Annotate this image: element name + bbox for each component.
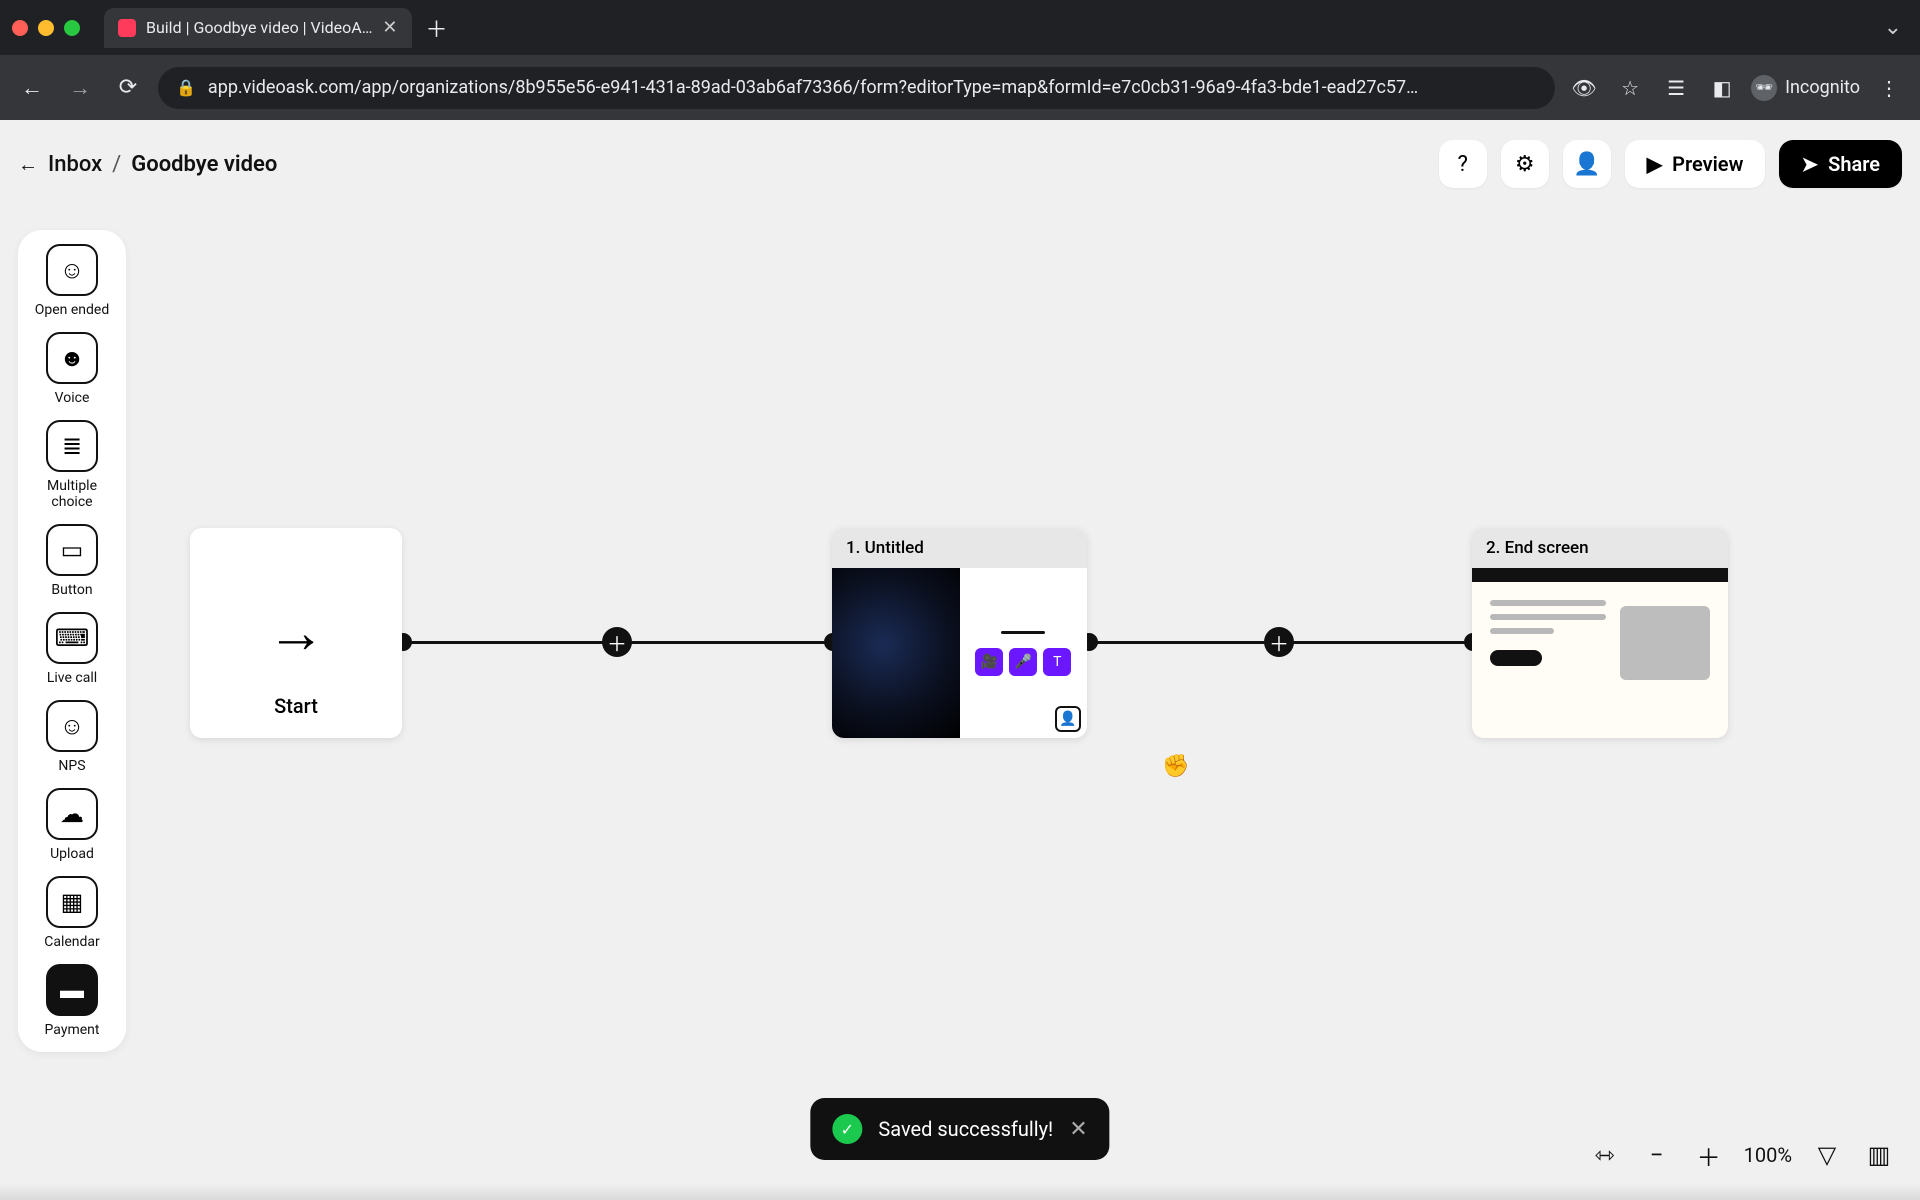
layout-button[interactable]: ▥ xyxy=(1862,1138,1896,1172)
browser-tab[interactable]: Build | Goodbye video | VideoA… ✕ xyxy=(104,8,412,48)
url-text: app.videoask.com/app/organizations/8b955… xyxy=(208,77,1537,98)
app-root: ← Inbox / Goodbye video ? ⚙ 👤 ▶ Preview … xyxy=(0,120,1920,1200)
node-end-screen[interactable]: 2. End screen xyxy=(1472,528,1728,738)
back-button[interactable]: ← xyxy=(14,70,50,106)
incognito-icon: 🕶 xyxy=(1751,75,1777,101)
reload-button[interactable]: ⟳ xyxy=(110,70,146,106)
view-controls: ⇿ − ＋ 100% ▽ ▥ xyxy=(1588,1138,1896,1172)
placeholder-line xyxy=(1490,628,1554,634)
zoom-out-button[interactable]: − xyxy=(1640,1138,1674,1172)
zoom-level: 100% xyxy=(1744,1143,1792,1167)
fit-to-screen-button[interactable]: ⇿ xyxy=(1588,1138,1622,1172)
node-step-1[interactable]: 1. Untitled 🎥 🎤 T 👤 xyxy=(832,528,1087,738)
window-controls xyxy=(12,20,80,36)
star-icon[interactable]: ☆ xyxy=(1613,71,1647,105)
check-icon: ✓ xyxy=(832,1114,862,1144)
close-window-icon[interactable] xyxy=(12,20,28,36)
step-1-video-thumbnail xyxy=(832,568,960,738)
tab-strip: Build | Goodbye video | VideoA… ✕ ＋ ⌄ xyxy=(0,0,1920,55)
start-label: Start xyxy=(274,694,318,718)
divider-line xyxy=(1001,631,1045,634)
lock-icon: 🔒 xyxy=(176,78,196,97)
node-step-1-title: 1. Untitled xyxy=(832,528,1087,568)
end-screen-preview xyxy=(1472,582,1728,694)
placeholder-line xyxy=(1490,614,1606,620)
minimize-window-icon[interactable] xyxy=(38,20,54,36)
answer-type-audio-icon: 🎤 xyxy=(1009,648,1037,676)
contact-form-badge-icon[interactable]: 👤 xyxy=(1055,706,1081,732)
node-end-title: 2. End screen xyxy=(1472,528,1728,568)
node-start[interactable]: → Start xyxy=(190,528,402,738)
node-step-1-body: 🎥 🎤 T xyxy=(832,568,1087,738)
incognito-label: Incognito xyxy=(1785,77,1860,98)
end-screen-image-placeholder xyxy=(1620,606,1710,680)
flow-canvas[interactable]: ＋ ＋ → Start 1. Untitled 🎥 🎤 T 👤 xyxy=(0,120,1920,1200)
kebab-menu-icon[interactable]: ⋮ xyxy=(1872,71,1906,105)
incognito-badge[interactable]: 🕶 Incognito xyxy=(1751,75,1860,101)
tab-title: Build | Goodbye video | VideoA… xyxy=(146,18,372,37)
forward-button[interactable]: → xyxy=(62,70,98,106)
browser-chrome: Build | Goodbye video | VideoA… ✕ ＋ ⌄ ← … xyxy=(0,0,1920,120)
toast-saved: ✓ Saved successfully! ✕ xyxy=(810,1098,1109,1160)
close-tab-icon[interactable]: ✕ xyxy=(382,17,397,38)
start-arrow-icon: → xyxy=(267,599,325,667)
answer-type-text-icon: T xyxy=(1043,648,1071,676)
add-step-between-start-and-1[interactable]: ＋ xyxy=(602,627,632,657)
extensions-icon[interactable]: ◧ xyxy=(1705,71,1739,105)
toast-message: Saved successfully! xyxy=(878,1117,1053,1141)
bottom-shadow xyxy=(0,1184,1920,1200)
filter-button[interactable]: ▽ xyxy=(1810,1138,1844,1172)
address-bar[interactable]: 🔒 app.videoask.com/app/organizations/8b9… xyxy=(158,67,1555,109)
reading-list-icon[interactable]: ☰ xyxy=(1659,71,1693,105)
answer-type-video-icon: 🎥 xyxy=(975,648,1003,676)
zoom-in-button[interactable]: ＋ xyxy=(1692,1138,1726,1172)
end-screen-cta-placeholder xyxy=(1490,650,1542,666)
toolbar-row: ← → ⟳ 🔒 app.videoask.com/app/organizatio… xyxy=(0,55,1920,120)
end-screen-bar xyxy=(1472,568,1728,582)
toast-close-button[interactable]: ✕ xyxy=(1069,1117,1087,1142)
new-tab-button[interactable]: ＋ xyxy=(422,13,452,43)
chevron-down-icon[interactable]: ⌄ xyxy=(1884,15,1902,40)
cursor-grab-icon: ✊ xyxy=(1162,754,1189,779)
eye-off-icon[interactable]: 👁 xyxy=(1567,71,1601,105)
add-step-between-1-and-end[interactable]: ＋ xyxy=(1264,627,1294,657)
favicon-icon xyxy=(118,19,136,37)
maximize-window-icon[interactable] xyxy=(64,20,80,36)
placeholder-line xyxy=(1490,600,1606,606)
